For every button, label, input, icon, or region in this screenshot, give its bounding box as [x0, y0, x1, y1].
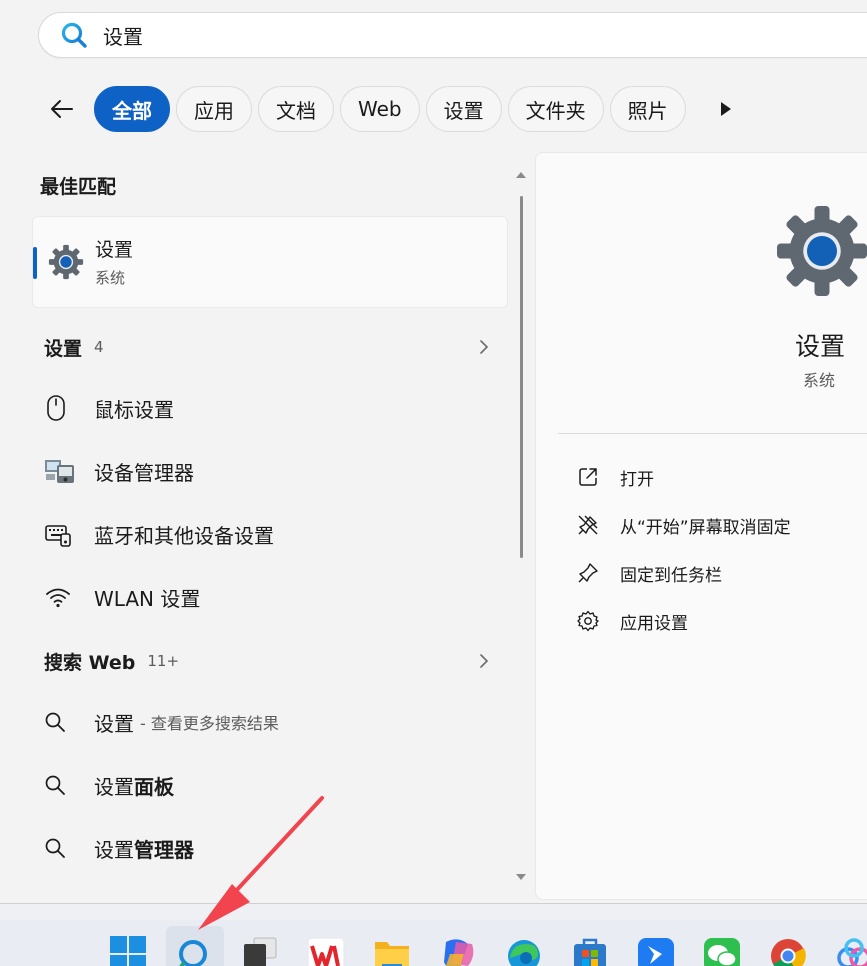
open-external-icon — [579, 468, 597, 486]
edge-browser-icon[interactable] — [504, 934, 544, 966]
web-result-main: 设置 — [94, 711, 134, 736]
web-result-text: 设置管理器 — [94, 834, 194, 863]
selection-indicator — [33, 247, 37, 279]
pin-icon — [578, 563, 598, 583]
best-match-header: 最佳匹配 — [40, 176, 117, 198]
filter-all[interactable]: 全部 — [94, 86, 170, 132]
results-list: 最佳匹配 设置 系统 设置 4 鼠标设置 设备管理器 蓝牙和其他设备设置 WLA… — [0, 152, 530, 904]
settings-gear-icon — [777, 206, 867, 296]
play-right-icon — [720, 102, 731, 116]
web-result-more[interactable]: 设置 - 查看更多搜索结果 — [44, 700, 504, 744]
filter-photos[interactable]: 照片 — [609, 86, 686, 132]
filter-bar: 全部 应用 文档 Web 设置 文件夹 照片 — [40, 84, 746, 134]
taskbar-search-icon[interactable] — [175, 934, 215, 966]
detail-pane: 设置 系统 打开 从“开始”屏幕取消固定 固定到任务栏 应用设置 — [535, 152, 867, 900]
result-label: 蓝牙和其他设备设置 — [94, 523, 274, 548]
wps-office-icon[interactable] — [306, 934, 346, 966]
filter-settings[interactable]: 设置 — [425, 86, 502, 132]
search-icon — [44, 770, 80, 800]
best-match-item[interactable]: 设置 系统 — [32, 216, 508, 308]
results-scrollbar[interactable] — [514, 170, 528, 890]
filter-web[interactable]: Web — [340, 86, 420, 132]
web-result-bold: 管理器 — [134, 837, 194, 862]
detail-divider — [558, 433, 867, 434]
action-open[interactable]: 打开 — [576, 460, 654, 494]
back-arrow-icon — [51, 100, 73, 118]
microsoft-store-icon[interactable] — [570, 934, 610, 966]
search-icon — [44, 707, 80, 737]
result-label: 鼠标设置 — [94, 397, 174, 422]
filter-folders[interactable]: 文件夹 — [507, 86, 604, 132]
action-app-settings[interactable]: 应用设置 — [576, 604, 688, 638]
search-icon — [44, 833, 80, 863]
web-result-main: 设置 — [94, 837, 134, 862]
copilot-icon[interactable] — [438, 934, 478, 966]
settings-group-count: 4 — [94, 338, 104, 356]
detail-subtitle: 系统 — [803, 371, 836, 390]
result-mouse-settings[interactable]: 鼠标设置 — [44, 386, 504, 430]
result-label: WLAN 设置 — [94, 586, 201, 611]
web-group-title: 搜索 Web — [44, 651, 136, 674]
web-result-main: 设置 — [94, 774, 134, 799]
action-label: 应用设置 — [620, 613, 688, 634]
action-label: 固定到任务栏 — [620, 565, 722, 586]
best-match-title: 设置 — [95, 239, 134, 261]
chrome-browser-icon[interactable] — [768, 934, 808, 966]
chevron-right-icon — [480, 340, 489, 354]
mouse-icon — [44, 393, 80, 423]
back-button[interactable] — [40, 87, 84, 131]
windows-start-icon[interactable] — [108, 934, 148, 966]
action-label: 打开 — [620, 469, 654, 490]
search-bar[interactable] — [38, 12, 867, 58]
web-result-bold: 面板 — [134, 774, 174, 799]
search-icon — [61, 22, 87, 48]
web-group-header[interactable]: 搜索 Web 11+ — [44, 641, 504, 681]
scroll-up-arrow-icon — [516, 172, 526, 178]
search-panel: 全部 应用 文档 Web 设置 文件夹 照片 最佳匹配 — [0, 0, 867, 904]
result-label: 设备管理器 — [94, 460, 194, 485]
result-bluetooth-settings[interactable]: 蓝牙和其他设备设置 — [44, 512, 504, 556]
filter-documents[interactable]: 文档 — [258, 86, 334, 132]
filter-apps[interactable]: 应用 — [176, 86, 252, 132]
bluetooth-devices-icon — [44, 519, 80, 549]
web-result-panel[interactable]: 设置面板 — [44, 763, 504, 807]
settings-group-header[interactable]: 设置 4 — [44, 327, 504, 367]
device-manager-icon — [44, 456, 80, 486]
action-label: 从“开始”屏幕取消固定 — [620, 517, 791, 538]
unpin-icon — [578, 515, 598, 535]
result-device-manager[interactable]: 设备管理器 — [44, 449, 504, 493]
web-group-count: 11+ — [147, 652, 180, 670]
detail-title: 设置 — [795, 332, 846, 361]
settings-gear-icon — [48, 244, 84, 280]
search-input[interactable] — [103, 23, 703, 47]
file-explorer-icon[interactable] — [372, 934, 412, 966]
settings-group-title: 设置 — [44, 337, 83, 360]
best-match-subtitle: 系统 — [95, 269, 126, 287]
web-result-suffix: - 查看更多搜索结果 — [140, 714, 279, 733]
wifi-icon — [44, 582, 80, 612]
web-result-text: 设置面板 — [94, 771, 174, 800]
gear-icon — [577, 610, 599, 632]
baidu-netdisk-icon[interactable] — [834, 934, 867, 966]
wechat-icon[interactable] — [702, 934, 742, 966]
feishu-icon[interactable] — [636, 934, 676, 966]
scrollbar-thumb[interactable] — [520, 196, 523, 558]
task-view-icon[interactable] — [240, 934, 280, 966]
web-result-manager[interactable]: 设置管理器 — [44, 826, 504, 870]
taskbar — [0, 920, 867, 966]
scroll-down-arrow-icon — [516, 874, 526, 880]
chevron-right-icon — [480, 654, 489, 668]
more-filters-button[interactable] — [706, 86, 746, 132]
action-unpin-start[interactable]: 从“开始”屏幕取消固定 — [576, 508, 791, 542]
action-pin-taskbar[interactable]: 固定到任务栏 — [576, 556, 722, 590]
result-wlan-settings[interactable]: WLAN 设置 — [44, 575, 504, 619]
